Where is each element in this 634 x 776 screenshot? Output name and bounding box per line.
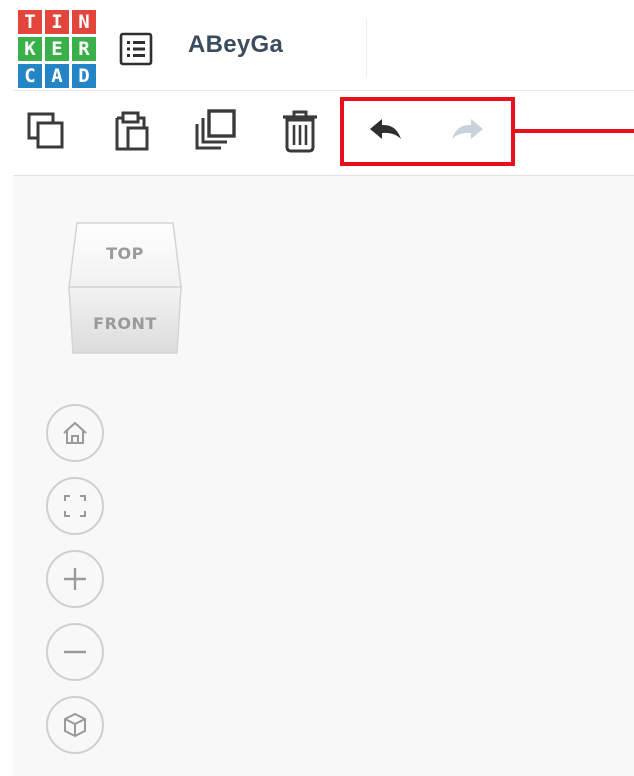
delete-button[interactable]: [274, 105, 326, 157]
undo-button[interactable]: [360, 105, 412, 157]
tinkercad-logo[interactable]: T I N K E R C A D: [18, 10, 96, 88]
logo-letter: E: [45, 37, 69, 61]
minus-icon: [64, 650, 86, 654]
trash-icon: [283, 110, 317, 153]
copy-icon: [27, 112, 64, 149]
design-list-button[interactable]: [117, 30, 155, 68]
list-icon: [119, 32, 153, 66]
redo-button[interactable]: [441, 105, 493, 157]
edit-toolbar: [13, 91, 634, 176]
duplicate-button[interactable]: [190, 105, 242, 157]
undo-arrow-icon: [370, 119, 401, 139]
duplicate-icon: [195, 109, 236, 150]
home-view-button[interactable]: [46, 404, 104, 462]
paste-button[interactable]: [106, 105, 158, 157]
logo-letter: A: [45, 64, 69, 88]
logo-letter: C: [18, 64, 42, 88]
app-header: T I N K E R C A D ABeyGa: [13, 6, 634, 91]
paste-icon: [115, 111, 149, 151]
tinkercad-editor: T I N K E R C A D ABeyGa TOP FRONT: [0, 0, 634, 776]
zoom-out-button[interactable]: [46, 623, 104, 681]
view-cube-front-face[interactable]: FRONT: [67, 314, 183, 333]
logo-letter: D: [72, 64, 96, 88]
home-icon: [63, 421, 87, 444]
projection-button[interactable]: [46, 696, 104, 754]
plus-icon: [64, 568, 86, 590]
fit-all-icon: [64, 495, 86, 517]
fit-view-button[interactable]: [46, 477, 104, 535]
redo-arrow-icon: [452, 119, 483, 139]
zoom-in-button[interactable]: [46, 550, 104, 608]
logo-letter: I: [45, 10, 69, 34]
logo-letter: K: [18, 37, 42, 61]
perspective-cube-icon: [64, 712, 86, 738]
logo-letter: R: [72, 37, 96, 61]
copy-button[interactable]: [21, 105, 73, 157]
view-cube-top-face[interactable]: TOP: [67, 244, 183, 263]
view-cube[interactable]: TOP FRONT: [67, 221, 183, 357]
logo-letter: N: [72, 10, 96, 34]
design-title[interactable]: ABeyGa: [188, 31, 283, 59]
header-divider: [366, 18, 367, 78]
logo-letter: T: [18, 10, 42, 34]
view-cube-shape: [68, 222, 182, 354]
